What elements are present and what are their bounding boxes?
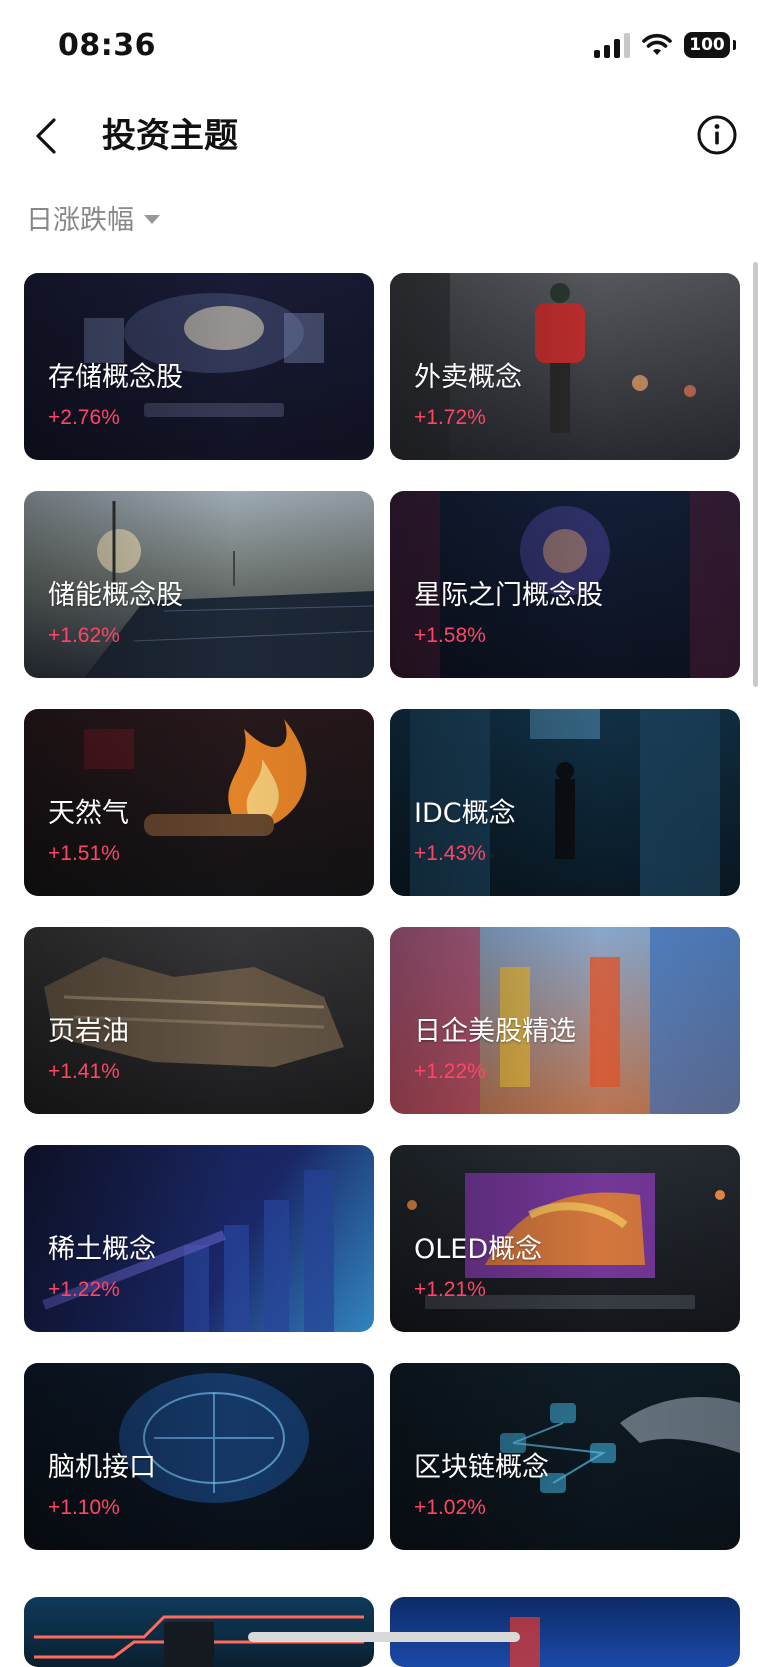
back-arrow-icon[interactable] — [22, 112, 70, 160]
status-icons: 100 — [594, 32, 736, 58]
theme-name: 储能概念股 — [48, 580, 183, 611]
theme-change: +1.02% — [414, 1496, 486, 1519]
theme-name: 脑机接口 — [48, 1452, 156, 1483]
theme-card-food-delivery[interactable]: 外卖概念 +1.72% — [390, 273, 740, 460]
nav-bar: 投资主题 — [0, 96, 768, 176]
battery-icon: 100 — [684, 32, 736, 58]
theme-change: +1.58% — [414, 624, 486, 647]
theme-name: IDC概念 — [414, 798, 516, 829]
theme-card-oled[interactable]: OLED概念 +1.21% — [390, 1145, 740, 1332]
signal-icon — [594, 32, 630, 58]
theme-name: 页岩油 — [48, 1016, 129, 1047]
theme-change: +1.43% — [414, 842, 486, 865]
theme-change: +1.21% — [414, 1278, 486, 1301]
status-bar: 08:36 100 — [0, 0, 768, 96]
theme-name: OLED概念 — [414, 1234, 543, 1265]
status-time: 08:36 — [58, 28, 156, 63]
home-indicator[interactable] — [248, 1632, 520, 1642]
theme-card-shale-oil[interactable]: 页岩油 +1.41% — [24, 927, 374, 1114]
theme-card-brain-computer-interface[interactable]: 脑机接口 +1.10% — [24, 1363, 374, 1550]
sort-filter-label: 日涨跌幅 — [26, 205, 134, 236]
theme-card-natural-gas[interactable]: 天然气 +1.51% — [24, 709, 374, 896]
theme-change: +1.41% — [48, 1060, 120, 1083]
theme-change: +1.22% — [48, 1278, 120, 1301]
theme-change: +1.72% — [414, 406, 486, 429]
theme-name: 存储概念股 — [48, 362, 183, 393]
theme-change: +1.22% — [414, 1060, 486, 1083]
theme-name: 星际之门概念股 — [414, 580, 603, 611]
theme-card-storage[interactable]: 存储概念股 +2.76% — [24, 273, 374, 460]
theme-card-blockchain[interactable]: 区块链概念 +1.02% — [390, 1363, 740, 1550]
theme-name: 日企美股精选 — [414, 1016, 576, 1047]
theme-card-idc[interactable]: IDC概念 +1.43% — [390, 709, 740, 896]
theme-card-energy-storage[interactable]: 储能概念股 +1.62% — [24, 491, 374, 678]
theme-change: +1.62% — [48, 624, 120, 647]
theme-card-japanese-us-stocks[interactable]: 日企美股精选 +1.22% — [390, 927, 740, 1114]
theme-change: +1.10% — [48, 1496, 120, 1519]
theme-name: 外卖概念 — [414, 362, 522, 393]
page-title: 投资主题 — [102, 116, 238, 156]
sort-filter-dropdown[interactable]: 日涨跌幅 — [26, 198, 160, 237]
theme-change: +1.51% — [48, 842, 120, 865]
wifi-icon — [642, 33, 672, 55]
theme-name: 天然气 — [48, 798, 129, 829]
theme-card-rare-earth[interactable]: 稀土概念 +1.22% — [24, 1145, 374, 1332]
caret-down-icon — [144, 214, 160, 224]
scrollbar[interactable] — [753, 262, 758, 687]
info-icon[interactable] — [696, 114, 738, 156]
theme-card-stargate[interactable]: 星际之门概念股 +1.58% — [390, 491, 740, 678]
theme-change: +2.76% — [48, 406, 120, 429]
theme-name: 区块链概念 — [414, 1452, 549, 1483]
theme-name: 稀土概念 — [48, 1234, 156, 1265]
